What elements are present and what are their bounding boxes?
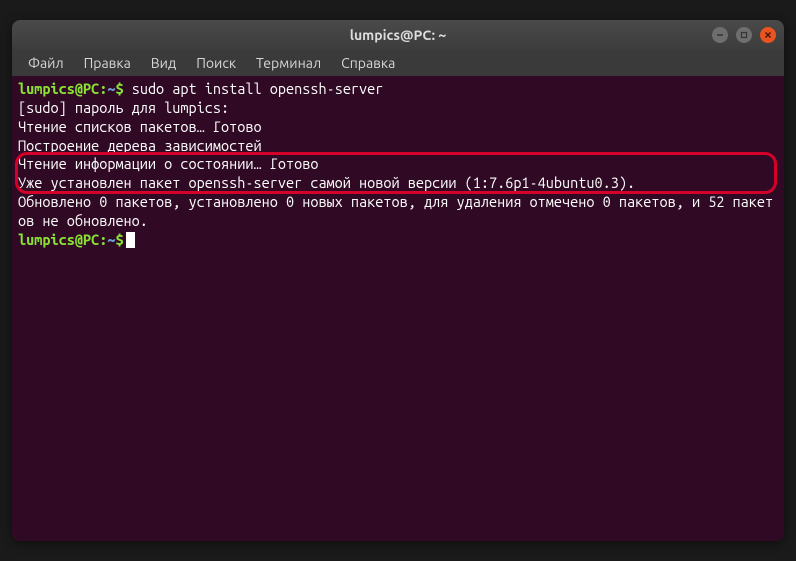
minimize-icon	[716, 31, 724, 39]
prompt-user: lumpics@PC	[18, 80, 99, 97]
terminal-line-prompt: lumpics@PC:~$	[18, 231, 778, 250]
close-button[interactable]	[760, 27, 776, 43]
terminal-line-1: lumpics@PC:~$ sudo apt install openssh-s…	[18, 80, 778, 99]
minimize-button[interactable]	[712, 27, 728, 43]
menubar: Файл Правка Вид Поиск Терминал Справка	[12, 50, 784, 76]
prompt-user-2: lumpics@PC	[18, 231, 99, 248]
prompt-dollar: $	[115, 80, 123, 97]
terminal-line-5: Чтение информации о состоянии… Готово	[18, 155, 778, 174]
menu-help[interactable]: Справка	[333, 53, 403, 73]
menu-search[interactable]: Поиск	[188, 53, 244, 73]
close-icon	[764, 31, 772, 39]
menu-edit[interactable]: Правка	[76, 53, 139, 73]
maximize-button[interactable]	[736, 27, 752, 43]
window-title: lumpics@PC: ~	[350, 27, 447, 43]
maximize-icon	[740, 31, 748, 39]
titlebar: lumpics@PC: ~	[12, 20, 784, 50]
window-controls	[712, 27, 776, 43]
terminal-line-6: Уже установлен пакет openssh-server само…	[18, 174, 778, 193]
menu-terminal[interactable]: Терминал	[248, 53, 329, 73]
terminal-line-2: [sudo] пароль для lumpics:	[18, 99, 778, 118]
menu-file[interactable]: Файл	[20, 53, 72, 73]
terminal-line-3: Чтение списков пакетов… Готово	[18, 118, 778, 137]
terminal-body[interactable]: lumpics@PC:~$ sudo apt install openssh-s…	[12, 76, 784, 541]
terminal-window: lumpics@PC: ~ Файл Правка Вид Поиск Терм…	[12, 20, 784, 541]
cursor	[126, 232, 135, 248]
command-text: sudo apt install openssh-server	[124, 80, 384, 97]
prompt-dollar-2: $	[115, 231, 123, 248]
terminal-line-4: Построение дерева зависимостей	[18, 137, 778, 156]
terminal-line-7: Обновлено 0 пакетов, установлено 0 новых…	[18, 193, 778, 231]
menu-view[interactable]: Вид	[143, 53, 184, 73]
